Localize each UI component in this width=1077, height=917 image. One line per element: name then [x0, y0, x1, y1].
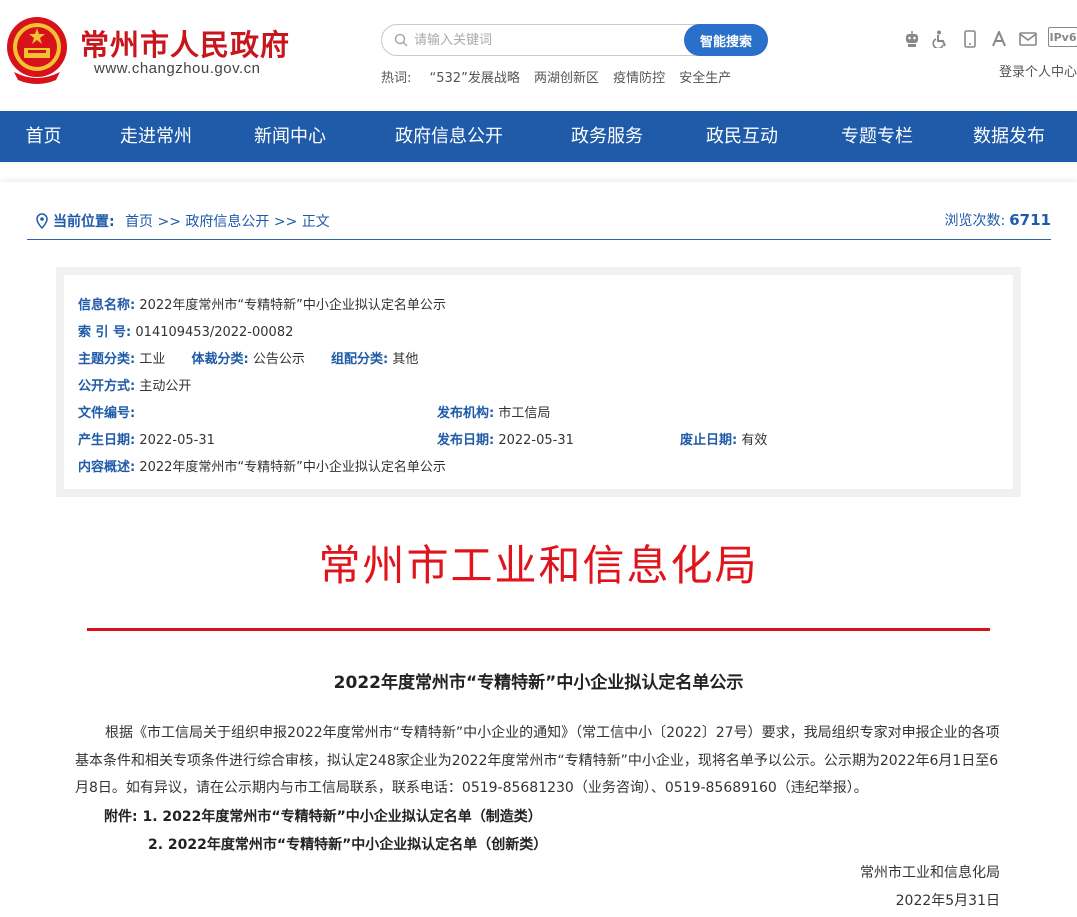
nav-item-services[interactable]: 政务服务	[543, 111, 671, 162]
info-metadata-inner: 信息名称: 2022年度常州市“专精特新”中小企业拟认定名单公示 索 引 号: …	[64, 275, 1013, 489]
article-body: 根据《市工信局关于组织申报2022年度常州市“专精特新”中小企业的通知》（常工信…	[75, 725, 1000, 796]
hotword-link[interactable]: 两湖创新区	[534, 71, 599, 86]
breadcrumb-text: 当前位置: 首页 >> 政府信息公开 >> 正文	[53, 211, 330, 231]
meta-row-name: 信息名称: 2022年度常州市“专精特新”中小企业拟认定名单公示	[78, 294, 446, 313]
nav-item-topics[interactable]: 专题专栏	[813, 111, 941, 162]
nav-item-about[interactable]: 走进常州	[87, 111, 225, 162]
meta-row-index: 索 引 号: 014109453/2022-00082	[78, 321, 293, 340]
signature-date: 2022年5月31日	[895, 893, 1000, 909]
meta-value: 014109453/2022-00082	[135, 325, 294, 340]
mail-icon[interactable]	[1013, 27, 1042, 51]
site-url: www.changzhou.gov.cn	[94, 60, 261, 77]
meta-value: 主动公开	[139, 379, 192, 394]
info-metadata-box: 信息名称: 2022年度常州市“专精特新”中小企业拟认定名单公示 索 引 号: …	[56, 267, 1021, 497]
breadcrumb-label: 当前位置:	[53, 214, 115, 230]
meta-value: 市工信局	[498, 406, 551, 421]
meta-value: 2022年度常州市“专精特新”中小企业拟认定名单公示	[139, 460, 446, 475]
signature: 常州市工业和信息化局	[860, 865, 1000, 881]
nav-item-gov-info[interactable]: 政府信息公开	[355, 111, 543, 162]
site-title[interactable]: 常州市人民政府	[80, 22, 290, 64]
meta-row-categories: 主题分类: 工业 体裁分类: 公告公示 组配分类: 其他	[78, 348, 418, 367]
meta-value: 公告公示	[252, 352, 305, 367]
nav-item-interaction[interactable]: 政民互动	[671, 111, 813, 162]
hotword-link[interactable]: 疫情防控	[613, 71, 665, 86]
meta-label: 发布日期:	[437, 433, 495, 448]
meta-value: 其他	[392, 352, 419, 367]
attachment-label: 附件:	[104, 809, 138, 825]
meta-label: 主题分类:	[78, 352, 136, 367]
red-divider	[87, 628, 990, 631]
location-pin-icon	[36, 213, 48, 229]
meta-label: 索 引 号:	[78, 325, 132, 340]
nav-item-home[interactable]: 首页	[0, 111, 87, 162]
meta-row-published: 发布日期: 2022-05-31	[437, 429, 574, 448]
meta-row-docno: 文件编号:	[78, 402, 135, 421]
meta-label: 文件编号:	[78, 406, 136, 421]
attachment-link-1[interactable]: 1. 2022年度常州市“专精特新”中小企业拟认定名单（制造类）	[142, 809, 541, 825]
font-size-icon[interactable]	[984, 27, 1013, 51]
meta-row-issuer: 发布机构: 市工信局	[437, 402, 550, 421]
site-header: 常州市人民政府 www.changzhou.gov.cn 智能搜索 热词: “5…	[0, 0, 1077, 111]
article-title: 2022年度常州市“专精特新”中小企业拟认定名单公示	[333, 673, 744, 693]
meta-label: 发布机构:	[437, 406, 495, 421]
breadcrumb: 当前位置: 首页 >> 政府信息公开 >> 正文 浏览次数: 6711	[27, 210, 1051, 240]
meta-label: 内容概述:	[78, 460, 136, 475]
accessibility-icon[interactable]	[926, 27, 955, 51]
nav-item-news[interactable]: 新闻中心	[225, 111, 355, 162]
attachment-1: 附件: 1. 2022年度常州市“专精特新”中小企业拟认定名单（制造类）	[104, 806, 542, 826]
hotword-link[interactable]: “532”发展战略	[430, 71, 520, 86]
meta-row-summary: 内容概述: 2022年度常州市“专精特新”中小企业拟认定名单公示	[78, 456, 446, 475]
attachment-link-2[interactable]: 2. 2022年度常州市“专精特新”中小企业拟认定名单（创新类）	[148, 837, 547, 853]
meta-value: 工业	[139, 352, 166, 367]
meta-label: 公开方式:	[78, 379, 136, 394]
search-icon	[394, 33, 408, 47]
search-input[interactable]	[414, 27, 684, 53]
hotwords-label: 热词:	[381, 71, 412, 86]
hotwords: 热词: “532”发展战略 两湖创新区 疫情防控 安全生产	[381, 67, 741, 86]
smart-search-button[interactable]: 智能搜索	[684, 24, 768, 56]
meta-label: 信息名称:	[78, 298, 136, 313]
meta-row-created: 产生日期: 2022-05-31	[78, 429, 215, 448]
attachment-2: 2. 2022年度常州市“专精特新”中小企业拟认定名单（创新类）	[148, 834, 547, 854]
main-nav: 首页 走进常州 新闻中心 政府信息公开 政务服务 政民互动 专题专栏 数据发布	[0, 111, 1077, 162]
meta-label: 废止日期:	[680, 433, 738, 448]
meta-label: 体裁分类:	[191, 352, 249, 367]
breadcrumb-path[interactable]: 首页 >> 政府信息公开 >> 正文	[125, 214, 330, 230]
accessibility-tools: IPv6	[897, 27, 1077, 51]
meta-row-open: 公开方式: 主动公开	[78, 375, 191, 394]
meta-row-expire: 废止日期: 有效	[680, 429, 767, 448]
meta-value: 2022-05-31	[498, 433, 574, 448]
login-link[interactable]: 登录个人中心	[999, 61, 1077, 80]
issuing-org-title: 常州市工业和信息化局	[318, 541, 759, 590]
view-count-value: 6711	[1009, 211, 1051, 229]
national-emblem-icon[interactable]	[4, 14, 70, 86]
meta-label: 组配分类:	[331, 352, 389, 367]
mobile-icon[interactable]	[955, 27, 984, 51]
view-count-label: 浏览次数:	[944, 213, 1006, 229]
view-count: 浏览次数: 6711	[945, 210, 1051, 230]
content-panel: 当前位置: 首页 >> 政府信息公开 >> 正文 浏览次数: 6711 信息名称:…	[0, 182, 1077, 917]
hotword-link[interactable]: 安全生产	[679, 71, 731, 86]
meta-value: 有效	[741, 433, 768, 448]
nav-item-data[interactable]: 数据发布	[941, 111, 1077, 162]
search-box: 智能搜索	[381, 24, 768, 56]
meta-label: 产生日期:	[78, 433, 136, 448]
ipv6-badge: IPv6	[1048, 27, 1077, 47]
robot-icon[interactable]	[897, 27, 926, 51]
meta-value: 2022-05-31	[139, 433, 215, 448]
meta-value: 2022年度常州市“专精特新”中小企业拟认定名单公示	[139, 298, 446, 313]
